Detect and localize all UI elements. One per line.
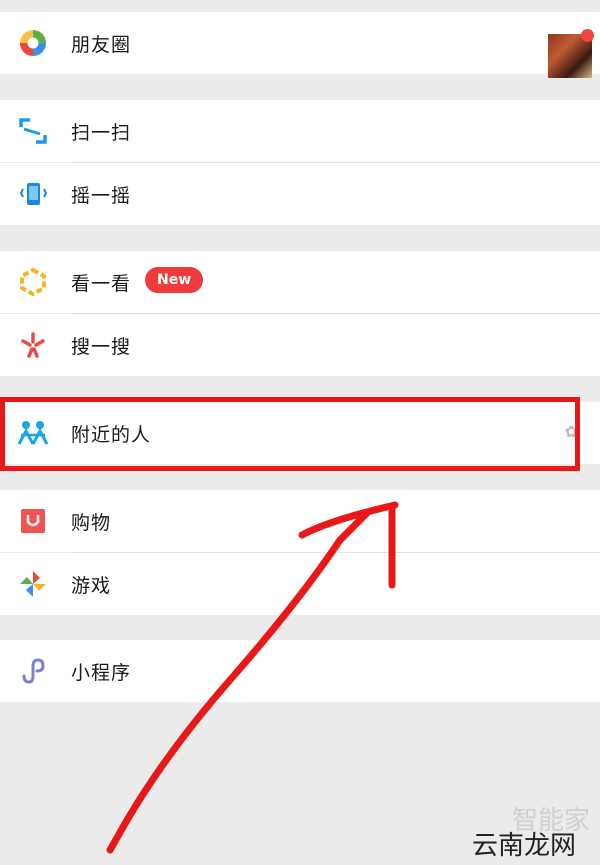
annotation-arrow <box>106 501 399 854</box>
watermark-text: 云南龙网 <box>471 831 576 861</box>
